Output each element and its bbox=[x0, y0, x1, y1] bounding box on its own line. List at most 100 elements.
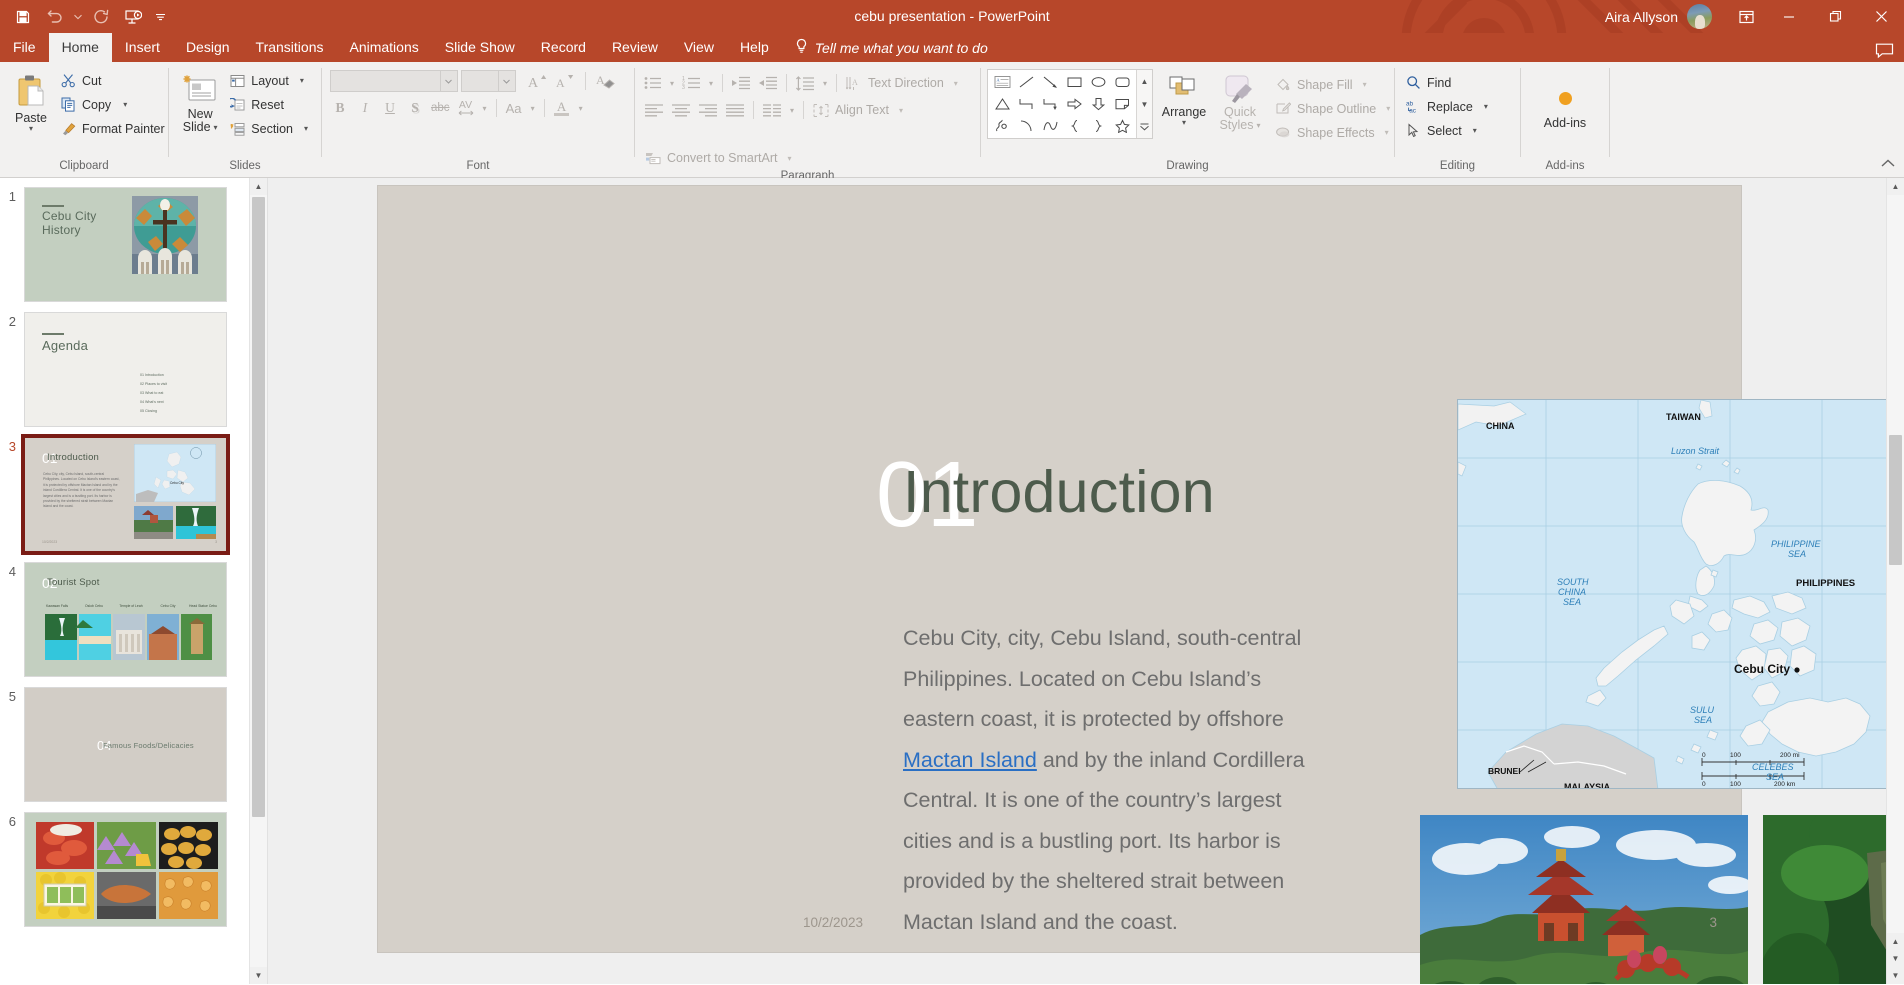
bold-button[interactable]: B bbox=[328, 96, 352, 120]
tab-insert[interactable]: Insert bbox=[112, 33, 173, 62]
arrange-chevron-down-icon[interactable]: ▾ bbox=[1182, 119, 1186, 126]
slide-thumbnail-6[interactable] bbox=[24, 812, 227, 927]
italic-button[interactable]: I bbox=[353, 96, 377, 120]
thumbnail-scroll-track[interactable] bbox=[250, 195, 267, 967]
list-item[interactable]: 2 Agenda 01 Introduction 02 Places to vi… bbox=[0, 307, 249, 432]
canvas-scroll-up-icon[interactable]: ▲ bbox=[1887, 178, 1904, 195]
kawasan-falls-photo[interactable] bbox=[1763, 815, 1904, 984]
elbow-connector-shape-icon[interactable] bbox=[1014, 93, 1038, 115]
shape-outline-button[interactable]: Shape Outline ▾ bbox=[1271, 97, 1397, 120]
font-name-chevron-down-icon[interactable] bbox=[440, 71, 455, 91]
tab-home[interactable]: Home bbox=[49, 33, 112, 62]
layout-chevron-down-icon[interactable]: ▾ bbox=[300, 77, 304, 84]
list-item[interactable]: 1 Cebu City History bbox=[0, 182, 249, 307]
canvas-scrollbar[interactable]: ▲ ▲ ▼ ▼ bbox=[1886, 178, 1904, 984]
rounded-rectangle-shape-icon[interactable] bbox=[1110, 71, 1134, 93]
copy-button[interactable]: Copy ▾ bbox=[56, 93, 172, 116]
font-size-chevron-down-icon[interactable] bbox=[498, 71, 513, 91]
mactan-island-link[interactable]: Mactan Island bbox=[903, 748, 1037, 772]
canvas-next-slide-icon[interactable]: ▼ bbox=[1887, 950, 1904, 967]
tab-transitions[interactable]: Transitions bbox=[243, 33, 337, 62]
increase-font-size-button[interactable]: A bbox=[525, 69, 550, 93]
align-text-chevron-down-icon[interactable]: ▾ bbox=[899, 107, 903, 114]
folded-corner-shape-icon[interactable] bbox=[1110, 93, 1134, 115]
thumbnail-scroll-up-icon[interactable]: ▲ bbox=[250, 178, 267, 195]
slide-thumbnail-4[interactable]: 02 Tourist Spot Kawasan Falls Oslob Cebu… bbox=[24, 562, 227, 677]
tab-review[interactable]: Review bbox=[599, 33, 671, 62]
strikethrough-button[interactable]: abc bbox=[428, 96, 453, 120]
canvas-prev-slide-icon[interactable]: ▲ bbox=[1887, 933, 1904, 950]
quick-styles-button[interactable]: Quick Styles ▾ bbox=[1215, 71, 1265, 132]
down-arrow-shape-icon[interactable] bbox=[1086, 93, 1110, 115]
underline-button[interactable]: U bbox=[378, 96, 402, 120]
line-spacing-button[interactable] bbox=[792, 71, 818, 95]
left-brace-shape-icon[interactable] bbox=[1062, 115, 1086, 137]
shapes-scroll-up-icon[interactable]: ▲ bbox=[1137, 70, 1152, 93]
select-button[interactable]: Select ▾ bbox=[1401, 119, 1495, 142]
thumbnail-scroll-down-icon[interactable]: ▼ bbox=[250, 967, 267, 984]
list-item[interactable]: 6 bbox=[0, 807, 249, 932]
text-shadow-button[interactable]: S bbox=[403, 96, 427, 120]
rectangle-shape-icon[interactable] bbox=[1062, 71, 1086, 93]
line-spacing-chevron-down-icon[interactable]: ▾ bbox=[823, 80, 827, 87]
shape-effects-chevron-down-icon[interactable]: ▾ bbox=[1385, 129, 1389, 136]
clear-formatting-button[interactable]: A bbox=[593, 69, 619, 93]
tab-slide-show[interactable]: Slide Show bbox=[432, 33, 528, 62]
thumbnail-pane-scrollbar[interactable]: ▲ ▼ bbox=[249, 178, 267, 984]
layout-button[interactable]: Layout ▾ bbox=[225, 69, 315, 92]
increase-indent-button[interactable] bbox=[755, 71, 781, 95]
justify-button[interactable] bbox=[722, 98, 748, 122]
slide-thumbnail-2[interactable]: Agenda 01 Introduction 02 Places to visi… bbox=[24, 312, 227, 427]
philippines-map-image[interactable]: CHINA TAIWAN Luzon Strait PACIFIC OCEAN … bbox=[1457, 399, 1904, 789]
right-brace-shape-icon[interactable] bbox=[1086, 115, 1110, 137]
convert-to-smartart-button[interactable]: Convert to SmartArt ▾ bbox=[641, 147, 798, 169]
copy-chevron-down-icon[interactable]: ▾ bbox=[123, 101, 127, 108]
font-color-chevron-down-icon[interactable]: ▾ bbox=[579, 105, 583, 112]
text-direction-chevron-down-icon[interactable]: ▾ bbox=[954, 80, 958, 87]
decrease-font-size-button[interactable]: A bbox=[553, 69, 578, 93]
canvas-scroll-track[interactable] bbox=[1887, 195, 1904, 933]
restore-button[interactable] bbox=[1812, 0, 1858, 33]
canvas-scroll-thumb[interactable] bbox=[1889, 435, 1902, 565]
text-box-shape-icon[interactable]: A bbox=[990, 71, 1014, 93]
align-right-button[interactable] bbox=[695, 98, 721, 122]
curve-shape-icon[interactable] bbox=[1038, 115, 1062, 137]
font-name-combobox[interactable] bbox=[330, 70, 458, 92]
replace-chevron-down-icon[interactable]: ▾ bbox=[1484, 103, 1488, 110]
customize-qat-icon[interactable] bbox=[150, 4, 170, 30]
new-slide-chevron-down-icon[interactable]: ▾ bbox=[214, 124, 218, 131]
scribble-shape-icon[interactable] bbox=[990, 115, 1014, 137]
taoist-temple-photo[interactable] bbox=[1420, 815, 1748, 984]
find-button[interactable]: Find bbox=[1401, 71, 1495, 94]
replace-button[interactable]: ab ac Replace ▾ bbox=[1401, 95, 1495, 118]
slide-thumbnail-3[interactable]: 01 Introduction Cebu City, city, Cebu Is… bbox=[24, 437, 227, 552]
select-chevron-down-icon[interactable]: ▾ bbox=[1473, 127, 1477, 134]
character-spacing-chevron-down-icon[interactable]: ▾ bbox=[483, 105, 487, 112]
slide-thumbnail-1[interactable]: Cebu City History bbox=[24, 187, 227, 302]
paste-chevron-down-icon[interactable]: ▾ bbox=[29, 125, 33, 132]
slide-body-text[interactable]: Cebu City, city, Cebu Island, south-cent… bbox=[903, 618, 1335, 942]
save-icon[interactable] bbox=[8, 4, 38, 30]
tab-file[interactable]: File bbox=[0, 33, 49, 62]
undo-dropdown-icon[interactable] bbox=[72, 4, 84, 30]
addins-button[interactable]: Add-ins bbox=[1530, 81, 1600, 130]
bullets-chevron-down-icon[interactable]: ▾ bbox=[670, 80, 674, 87]
list-item[interactable]: 4 02 Tourist Spot Kawasan Falls Oslob Ce… bbox=[0, 557, 249, 682]
tab-help[interactable]: Help bbox=[727, 33, 782, 62]
slide-thumbnail-5[interactable]: 04 Famous Foods/Delicacies bbox=[24, 687, 227, 802]
new-slide-button[interactable]: New Slide ▾ bbox=[175, 71, 225, 134]
tab-view[interactable]: View bbox=[671, 33, 727, 62]
arrange-button[interactable]: Arrange ▾ bbox=[1159, 71, 1209, 126]
shape-fill-chevron-down-icon[interactable]: ▾ bbox=[1363, 81, 1367, 88]
current-slide[interactable]: 01 Introduction Cebu City, city, Cebu Is… bbox=[378, 186, 1741, 952]
shape-fill-button[interactable]: Shape Fill ▾ bbox=[1271, 73, 1397, 96]
arc-shape-icon[interactable] bbox=[1014, 115, 1038, 137]
columns-chevron-down-icon[interactable]: ▾ bbox=[790, 107, 794, 114]
font-color-button[interactable]: A bbox=[550, 96, 574, 120]
collapse-ribbon-button[interactable] bbox=[1880, 158, 1896, 173]
triangle-shape-icon[interactable] bbox=[990, 93, 1014, 115]
change-case-chevron-down-icon[interactable]: ▾ bbox=[531, 105, 535, 112]
quick-styles-chevron-down-icon[interactable]: ▾ bbox=[1257, 122, 1261, 129]
font-size-combobox[interactable] bbox=[461, 70, 516, 92]
change-case-button[interactable]: Aa bbox=[502, 96, 526, 120]
